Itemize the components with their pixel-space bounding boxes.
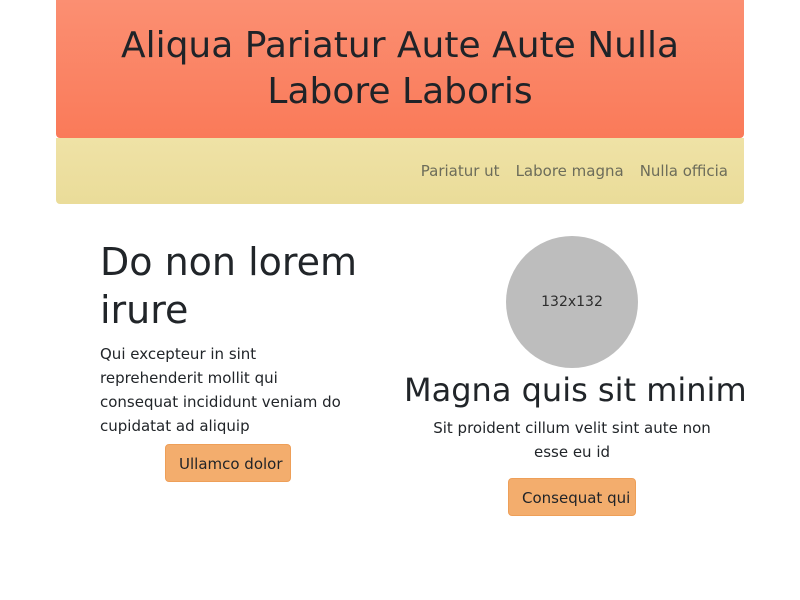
left-body-text: Qui excepteur in sint reprehenderit moll… bbox=[100, 345, 341, 435]
subnav: Pariatur ut Labore magna Nulla officia bbox=[56, 138, 744, 204]
nav-link-nulla-officia[interactable]: Nulla officia bbox=[640, 162, 728, 180]
hero-banner: Aliqua Pariatur Aute Aute Nulla Labore L… bbox=[56, 0, 744, 138]
ullamco-dolor-button[interactable]: Ullamco dolor bbox=[165, 444, 291, 482]
image-placeholder: 132x132 bbox=[506, 236, 638, 368]
nav-link-pariatur-ut[interactable]: Pariatur ut bbox=[421, 162, 500, 180]
right-heading: Magna quis sit minim bbox=[404, 371, 747, 409]
page-container: Aliqua Pariatur Aute Aute Nulla Labore L… bbox=[56, 0, 744, 204]
consequat-qui-button[interactable]: Consequat qui bbox=[508, 478, 636, 516]
left-content: Do non lorem irure Qui excepteur in sint… bbox=[100, 238, 370, 438]
right-body-text: Sit proident cillum velit sint aute non … bbox=[433, 419, 711, 461]
image-size-label: 132x132 bbox=[541, 294, 603, 310]
left-heading: Do non lorem irure bbox=[100, 240, 358, 332]
nav-link-labore-magna[interactable]: Labore magna bbox=[516, 162, 624, 180]
page-title: Aliqua Pariatur Aute Aute Nulla Labore L… bbox=[120, 25, 680, 112]
right-content: 132x132 Magna quis sit minim Sit proiden… bbox=[404, 236, 747, 464]
